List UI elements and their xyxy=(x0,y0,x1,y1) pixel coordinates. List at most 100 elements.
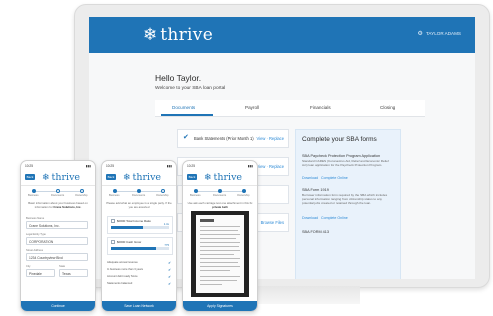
intro-text: Please add what an employee is a single … xyxy=(106,201,172,209)
document-preview[interactable] xyxy=(191,211,249,297)
sba-panel-title: Complete your SBA forms xyxy=(302,136,377,143)
criteria-label: Adequate annual revenue xyxy=(107,261,138,264)
sba-forms-panel: Complete your SBA forms SBA Paycheck Pro… xyxy=(295,129,401,279)
step-dot xyxy=(137,189,141,193)
top-navigation-bar: ❄ thrive ⚙ TAYLOR ADAMS xyxy=(89,17,475,53)
brand-logo[interactable]: ❄ thrive xyxy=(143,25,213,45)
app-header: Back ❄ thrive xyxy=(21,170,95,186)
back-button[interactable]: Back xyxy=(25,174,35,180)
document-actions: View · Replace xyxy=(256,136,285,141)
app-header: Back ❄ thrive xyxy=(102,170,176,186)
metric-name: $0000 Total Income Ratio xyxy=(117,219,151,223)
brand-logo: ❄ thrive xyxy=(123,172,161,183)
snowflake-logo-icon: ❄ xyxy=(42,172,50,183)
step-dot xyxy=(194,189,198,193)
criteria-row: In business more than 3 years ✔ xyxy=(107,268,171,272)
step-dot xyxy=(218,189,222,193)
back-button[interactable]: Back xyxy=(187,174,197,180)
tab-documents[interactable]: Documents xyxy=(172,105,195,110)
complete-online-link[interactable]: Complete Online xyxy=(321,216,348,220)
step-label: Business xyxy=(190,194,201,197)
step-dot xyxy=(80,189,84,193)
metric-group: $0000 Total Income Ratio 1.4x xyxy=(107,216,173,234)
tab-closing[interactable]: Closing xyxy=(380,105,395,110)
download-link[interactable]: Download xyxy=(302,216,318,220)
complete-online-link[interactable]: Complete Online xyxy=(321,176,348,180)
welcome-text: Welcome to your SBA loan portal xyxy=(155,86,226,91)
street-address-field[interactable]: 1234 Countryview Blvd xyxy=(26,253,88,261)
status-time: 10:25 xyxy=(25,164,33,168)
tab-financials[interactable]: Financials xyxy=(310,105,331,110)
metric-bar-fill xyxy=(111,247,157,250)
document-name: Bank Statements (Prior Month 1) xyxy=(194,136,254,141)
status-time: 10:25 xyxy=(187,164,195,168)
download-link[interactable]: Download xyxy=(302,176,318,180)
metric-name: $0000 Cash Grow xyxy=(117,240,142,244)
state-select[interactable]: Texas xyxy=(59,269,88,277)
checkmark-icon: ✔ xyxy=(168,282,171,286)
status-bar: 10:25 ▮▮▮ xyxy=(106,164,172,168)
status-bar: 10:25 ▮▮▮ xyxy=(187,164,253,168)
replace-link[interactable]: Replace xyxy=(269,164,284,169)
signal-battery-icon: ▮▮▮ xyxy=(166,164,172,168)
status-bar: 10:25 ▮▮▮ xyxy=(25,164,91,168)
field-label: Street Address xyxy=(26,249,44,252)
criteria-label: In business more than 3 years xyxy=(107,268,144,271)
save-loan-button[interactable]: Save Loan Network xyxy=(102,301,176,311)
intro-text: Use ask each carriage text one attachmen… xyxy=(187,201,253,209)
step-label: Ownership xyxy=(75,194,88,197)
criteria-label: Statements balanced xyxy=(107,282,133,285)
phone-signatures: 10:25 ▮▮▮ Back ❄ thrive Business Documen… xyxy=(182,160,258,312)
user-menu[interactable]: ⚙ TAYLOR ADAMS xyxy=(418,30,461,37)
phone-loan-metrics: 10:25 ▮▮▮ Back ❄ thrive Business Documen… xyxy=(101,160,177,312)
brand-logo: ❄ thrive xyxy=(204,172,242,183)
step-dot xyxy=(161,189,165,193)
brand-name: thrive xyxy=(213,172,243,183)
checkmark-icon: ✔ xyxy=(168,275,171,279)
active-tab-indicator xyxy=(161,114,213,116)
progress-steps: Business Documents Ownership xyxy=(108,189,170,199)
tab-payroll[interactable]: Payroll xyxy=(245,105,259,110)
form-description: Standard CARES (Coronavirus Aid, Relief … xyxy=(302,159,389,167)
view-link[interactable]: View xyxy=(257,136,266,141)
step-dot xyxy=(113,189,117,193)
checkmark-icon: ✔ xyxy=(168,268,171,272)
section-tabs: Documents Payroll Financials Closing xyxy=(155,100,425,117)
step-label: Business xyxy=(28,194,39,197)
snowflake-logo-icon: ❄ xyxy=(143,24,158,45)
step-label: Ownership xyxy=(156,194,169,197)
field-label: State xyxy=(59,265,66,268)
criteria-label: Account debt ready Since xyxy=(107,275,138,278)
step-label: Ownership xyxy=(237,194,250,197)
business-name-field[interactable]: Crane Solutions, Inc. xyxy=(26,221,88,229)
status-time: 10:25 xyxy=(106,164,114,168)
step-label: Business xyxy=(109,194,120,197)
metric-bar-fill xyxy=(111,226,143,229)
form-title: SBA Form 1919 xyxy=(302,188,329,192)
document-actions: View · Replace xyxy=(256,164,285,169)
checkbox[interactable] xyxy=(111,219,115,223)
continue-button[interactable]: Continue xyxy=(21,301,95,311)
step-dot xyxy=(32,189,36,193)
criteria-row: Statements balanced ✔ xyxy=(107,282,171,286)
metric-group: $0000 Cash Grow 775 xyxy=(107,237,173,255)
browse-files-link[interactable]: Browse Files xyxy=(261,220,284,225)
checkbox[interactable] xyxy=(111,240,115,244)
form-title: SBA FORM 413 xyxy=(302,230,330,234)
entity-type-select[interactable]: CORPORATION xyxy=(26,237,88,245)
app-header: Back ❄ thrive xyxy=(183,170,257,186)
document-page xyxy=(196,215,244,293)
city-field[interactable]: Pinedale xyxy=(26,269,55,277)
user-name: TAYLOR ADAMS xyxy=(425,31,461,36)
back-button[interactable]: Back xyxy=(106,174,116,180)
field-label: Legal Entity Type xyxy=(26,233,46,236)
step-label: Documents xyxy=(213,194,227,197)
progress-steps: Business Documents Ownership xyxy=(189,189,251,199)
step-dot xyxy=(242,189,246,193)
apply-signatures-button[interactable]: Apply Signatures xyxy=(183,301,257,311)
brand-name: thrive xyxy=(51,172,81,183)
form-links: Download Complete Online xyxy=(302,176,348,180)
brand-name: thrive xyxy=(160,25,214,45)
step-label: Documents xyxy=(132,194,146,197)
replace-link[interactable]: Replace xyxy=(269,136,284,141)
